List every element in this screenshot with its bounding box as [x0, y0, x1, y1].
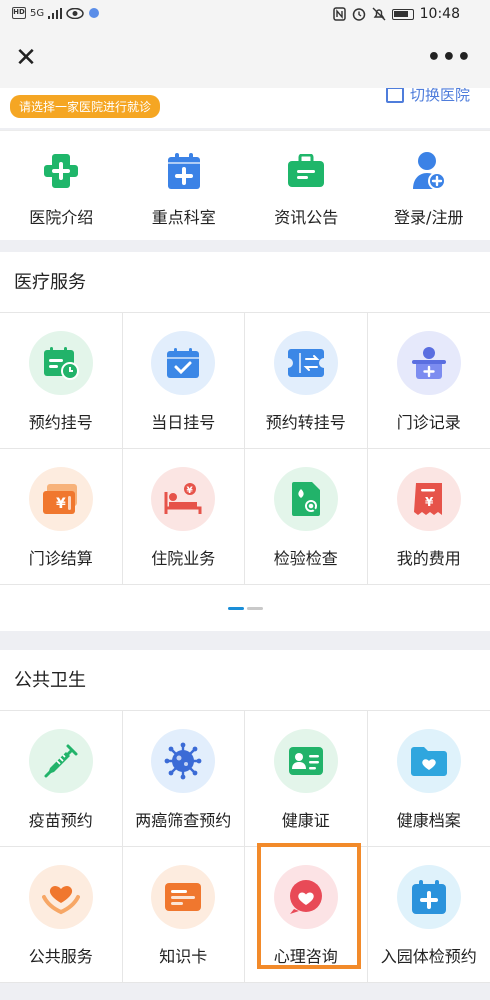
page-indicator [0, 585, 490, 631]
virus-icon [151, 729, 216, 793]
public-health-grid: 疫苗预约 两癌筛查预约 健康证 健康档案 公共服务 知识卡 心理咨询 入园体检预… [0, 710, 490, 983]
network-label: 5G [30, 7, 45, 19]
transfer-icon [273, 331, 338, 395]
quick-nav-label: 资讯公告 [274, 208, 339, 227]
service-label: 健康档案 [396, 811, 461, 830]
nfc-icon [332, 7, 346, 21]
record-icon [396, 331, 461, 395]
app-dot-icon [89, 8, 100, 18]
service-label: 预约转挂号 [265, 413, 346, 432]
inpatient-icon: ¥ [151, 467, 216, 531]
folder-heart-icon [396, 729, 461, 793]
battery-icon [391, 8, 414, 20]
user-plus-icon [409, 151, 449, 191]
signal-icon [48, 7, 63, 19]
highlight-box [257, 843, 361, 969]
checkup-icon [396, 865, 461, 929]
vaccine-icon [28, 729, 93, 793]
service-label: 我的费用 [396, 549, 461, 568]
service-label: 当日挂号 [151, 413, 216, 432]
service-label: 预约挂号 [28, 413, 93, 432]
section-title: 公共卫生 [14, 670, 86, 691]
service-label: 住院业务 [151, 549, 216, 568]
close-icon[interactable]: ✕ [12, 44, 40, 72]
switch-hospital-button[interactable]: 切换医院 [385, 88, 470, 105]
hospital-bar: 请选择一家医院进行就诊 切换医院 [0, 88, 490, 128]
service-expenses[interactable]: ¥ 我的费用 [367, 449, 490, 585]
svg-text:¥: ¥ [56, 496, 66, 512]
service-label: 知识卡 [159, 947, 208, 966]
quick-nav-key-departments[interactable]: 重点科室 [123, 131, 246, 240]
medical-services-grid: 预约挂号 当日挂号 预约转挂号 门诊记录 ¥ 门诊结算 ¥ 住院业务 检验检查 … [0, 312, 490, 585]
public-health-section: 公共卫生 疫苗预约 两癌筛查预约 健康证 健康档案 公共服务 知识卡 心理咨询 … [0, 650, 490, 983]
medical-services-section: 医疗服务 预约挂号 当日挂号 预约转挂号 门诊记录 ¥ 门诊结算 ¥ 住院业务 … [0, 252, 490, 631]
quick-nav-login[interactable]: 登录/注册 [368, 131, 490, 240]
quick-nav-label: 重点科室 [151, 208, 216, 227]
service-knowledge-card[interactable]: 知识卡 [122, 847, 245, 983]
service-health-certificate[interactable]: 健康证 [245, 711, 368, 847]
lab-test-icon [273, 467, 338, 531]
knowledge-card-icon [151, 865, 216, 929]
more-icon[interactable]: ••• [427, 44, 472, 72]
calendar-plus-icon [164, 151, 204, 191]
svg-text:¥: ¥ [425, 495, 434, 509]
service-label: 入园体检预约 [380, 947, 477, 966]
hands-heart-icon [28, 865, 93, 929]
quick-nav-label: 登录/注册 [394, 208, 464, 227]
service-label: 公共服务 [28, 947, 93, 966]
quick-nav-news[interactable]: 资讯公告 [245, 131, 368, 240]
eye-icon [66, 7, 84, 19]
service-label: 健康证 [281, 811, 330, 830]
service-cancer-screening[interactable]: 两癌筛查预约 [122, 711, 245, 847]
switch-hospital-label: 切换医院 [409, 88, 470, 104]
quick-nav: 医院介绍 重点科室 资讯公告 登录/注册 [0, 130, 490, 240]
service-label: 疫苗预约 [28, 811, 93, 830]
service-inpatient[interactable]: ¥ 住院业务 [122, 449, 245, 585]
quick-nav-label: 医院介绍 [29, 208, 94, 227]
switch-hospital-icon [385, 88, 404, 103]
service-same-day[interactable]: 当日挂号 [122, 313, 245, 449]
service-records[interactable]: 门诊记录 [367, 313, 490, 449]
settlement-icon: ¥ [28, 467, 93, 531]
status-bar: HD 5G 10:48 [0, 0, 490, 32]
svg-text:¥: ¥ [187, 486, 194, 496]
hd-badge: HD [12, 7, 26, 19]
select-hospital-hint[interactable]: 请选择一家医院进行就诊 [10, 95, 161, 118]
service-public-services[interactable]: 公共服务 [0, 847, 123, 983]
service-label: 门诊记录 [396, 413, 461, 432]
hospital-cross-icon [41, 151, 81, 191]
service-appointment[interactable]: 预约挂号 [0, 313, 123, 449]
nav-bar: ✕ ••• [0, 32, 490, 88]
appointment-icon [28, 331, 93, 395]
status-right: 10:48 [332, 6, 460, 22]
page-dot[interactable] [246, 606, 263, 610]
service-label: 检验检查 [273, 549, 338, 568]
clock-time: 10:48 [419, 6, 460, 22]
service-transfer[interactable]: 预约转挂号 [245, 313, 368, 449]
service-kindergarten-checkup[interactable]: 入园体检预约 [367, 847, 490, 983]
health-card-icon [273, 729, 338, 793]
service-settlement[interactable]: ¥ 门诊结算 [0, 449, 123, 585]
service-vaccine[interactable]: 疫苗预约 [0, 711, 123, 847]
service-health-records[interactable]: 健康档案 [367, 711, 490, 847]
section-title: 医疗服务 [14, 272, 86, 293]
page-dot-active[interactable] [227, 606, 244, 610]
service-label: 两癌筛查预约 [135, 811, 232, 830]
alarm-icon [352, 8, 365, 21]
service-lab-test[interactable]: 检验检查 [245, 449, 368, 585]
expense-icon: ¥ [396, 467, 461, 531]
mute-icon [372, 7, 386, 21]
same-day-icon [151, 331, 216, 395]
service-label: 门诊结算 [28, 549, 93, 568]
briefcase-icon [286, 151, 326, 191]
quick-nav-hospital-intro[interactable]: 医院介绍 [0, 131, 123, 240]
status-left: HD 5G [12, 7, 100, 19]
